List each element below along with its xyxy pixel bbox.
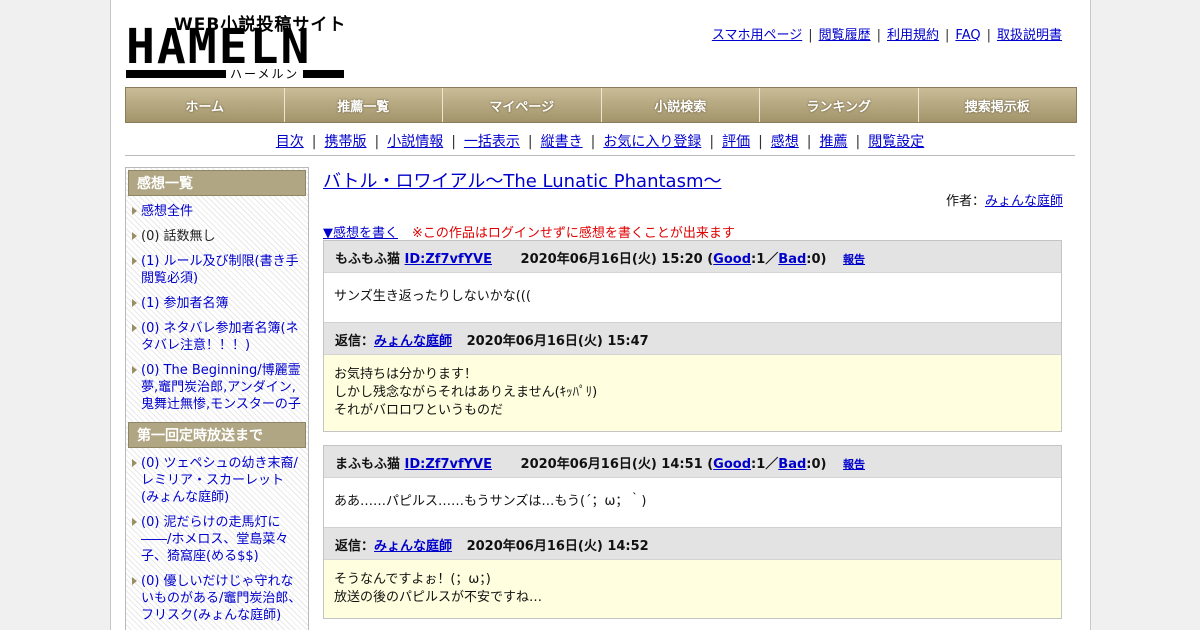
reply-author-link[interactable]: みょんな庭師 [374, 539, 452, 554]
sidebar-item-roster[interactable]: (1) 参加者名簿 [141, 296, 229, 311]
reply-date: 2020年06月16日(火) 15:47 [466, 334, 649, 349]
reply-label: 返信： [335, 539, 375, 554]
bad-count: :0 [806, 252, 821, 267]
commenter-id-link[interactable]: ID:Zf7vfYVE [405, 457, 492, 472]
write-comment-link[interactable]: ▼感想を書く [323, 226, 398, 241]
sidebar-item: 感想全件 [128, 200, 306, 225]
logo-kana: ハーメルン [226, 65, 304, 82]
toc-link[interactable]: 目次 [276, 134, 304, 150]
reply-author-link[interactable]: みょんな庭師 [374, 334, 452, 349]
reply-header: 返信：みょんな庭師 2020年06月16日(火) 15:47 [324, 322, 1061, 354]
reply-line: お気持ちは分かります！ [334, 367, 478, 382]
novel-sub-nav: 目次 | 携帯版 | 小説情報 | 一括表示 | 縦書き | お気に入り登録 | 評価 | 感想 | 推薦 | 閲覧… [275, 134, 925, 150]
reply-header: 返信：みょんな庭師 2020年06月16日(火) 14:52 [324, 527, 1061, 559]
sidebar-item: (1) ルール及び制限(書き手閲覧必須) [128, 250, 306, 292]
comment-date: 2020年06月16日(火) 14:51 [520, 457, 703, 472]
sidebar-item: (0) 泥だらけの走馬灯に――/ホメロス、堂島菜々子、猗窩座(める$$) [128, 511, 306, 570]
author-label: 作者： [945, 194, 985, 209]
reply-line: そうなんですよぉ！(；ω；) [334, 572, 491, 587]
novel-title-link[interactable]: バトル・ロワイアル～The Lunatic Phantasm～ [323, 167, 722, 193]
comment-body: ああ……パピルス……もうサンズは…もう(´；ω；｀) [324, 477, 1061, 527]
nav-search-board[interactable]: 捜索掲示板 [919, 88, 1077, 122]
divider [125, 155, 1075, 156]
comment-date: 2020年06月16日(火) 15:20 [520, 252, 703, 267]
sidebar-item-spoiler-roster[interactable]: (0) ネタバレ参加者名簿(ネタバレ注意！！！) [141, 321, 299, 353]
author-line: 作者：みょんな庭師 [946, 190, 1063, 209]
sidebar-item-the-beginning[interactable]: (0) The Beginning/博麗霊夢,竈門炭治郎,アンダイン,鬼舞辻無惨… [141, 363, 301, 412]
view-settings-link[interactable]: 閲覧設定 [868, 134, 924, 150]
comment-card: まふもふ猫 ID:Zf7vfYVE 2020年06月16日(火) 14:51 (… [323, 445, 1062, 619]
smartphone-page-link[interactable]: スマホ用ページ [712, 28, 802, 43]
comment-header: まふもふ猫 ID:Zf7vfYVE 2020年06月16日(火) 14:51 (… [324, 446, 1061, 477]
sidebar-section-title: 感想一覧 [128, 170, 306, 196]
manual-link[interactable]: 取扱説明書 [997, 28, 1062, 43]
commenter-id-link[interactable]: ID:Zf7vfYVE [405, 252, 492, 267]
comment-body: サンズ生き返ったりしないかな((( [324, 272, 1061, 322]
faq-link[interactable]: FAQ [955, 28, 980, 43]
reply-body: そうなんですよぉ！(；ω；) 放送の後のパピルスが不安ですね… [324, 559, 1061, 618]
nav-novel-search[interactable]: 小説検索 [602, 88, 760, 122]
sidebar-item: (0) The Beginning/博麗霊夢,竈門炭治郎,アンダイン,鬼舞辻無惨… [128, 359, 306, 418]
sidebar-item: (0) 話数無し [128, 225, 306, 250]
site-logo[interactable]: WEB小説投稿サイト HAMELN ハーメルン [126, 10, 346, 82]
good-count: :1 [751, 252, 766, 267]
author-link[interactable]: みょんな庭師 [985, 194, 1063, 209]
terms-link[interactable]: 利用規約 [887, 28, 939, 43]
comment-card: もふもふ猫 ID:Zf7vfYVE 2020年06月16日(火) 15:20 (… [323, 240, 1062, 432]
header-links: スマホ用ページ | 閲覧履歴 | 利用規約 | FAQ | 取扱説明書 [711, 28, 1062, 43]
sidebar: 感想一覧 感想全件 (0) 話数無し (1) ルール及び制限(書き手閲覧必須) … [125, 167, 309, 630]
main-nav: ホーム 推薦一覧 マイページ 小説検索 ランキング 捜索掲示板 [125, 87, 1077, 123]
comment-header: もふもふ猫 ID:Zf7vfYVE 2020年06月16日(火) 15:20 (… [324, 241, 1061, 272]
nav-home[interactable]: ホーム [126, 88, 285, 122]
sidebar-item-all-comments[interactable]: 感想全件 [141, 204, 193, 219]
report-link[interactable]: 報告 [843, 458, 865, 471]
write-comment-line: ▼感想を書く ※この作品はログインせずに感想を書くことが出来ます [323, 222, 735, 241]
reply-line: しかし残念ながらそれはありえません(ｷｯﾊﾟﾘ) [334, 385, 598, 400]
bad-count: :0 [806, 457, 821, 472]
sidebar-list: 感想全件 (0) 話数無し (1) ルール及び制限(書き手閲覧必須) (1) 参… [128, 200, 306, 418]
sidebar-item-rules[interactable]: (1) ルール及び制限(書き手閲覧必須) [141, 254, 299, 286]
reply-date: 2020年06月16日(火) 14:52 [466, 539, 649, 554]
sidebar-item: (0) 優しいだけじゃ守れないものがある/竈門炭治郎、フリスク(みょんな庭師) [128, 570, 306, 629]
bad-button[interactable]: Bad [778, 457, 806, 472]
comments-link[interactable]: 感想 [771, 134, 799, 150]
sidebar-item-no-chapter: (0) 話数無し [141, 229, 216, 244]
reply-line: 放送の後のパピルスが不安ですね… [334, 590, 543, 605]
sidebar-section-title: 第一回定時放送まで [128, 422, 306, 448]
add-favorite-link[interactable]: お気に入り登録 [603, 134, 701, 150]
sidebar-item: (0) ネタバレ参加者名簿(ネタバレ注意！！！) [128, 317, 306, 359]
reply-label: 返信： [335, 334, 375, 349]
login-note: ※この作品はログインせずに感想を書くことが出来ます [412, 226, 735, 241]
sidebar-list: (0) ツェペシュの幼き末裔/レミリア・スカーレット(みょんな庭師) (0) 泥… [128, 452, 306, 629]
history-link[interactable]: 閲覧履歴 [819, 28, 871, 43]
page-container: WEB小説投稿サイト HAMELN ハーメルン スマホ用ページ | 閲覧履歴 | 利用規… [110, 0, 1091, 630]
sidebar-item: (1) 参加者名簿 [128, 292, 306, 317]
vertical-writing-link[interactable]: 縦書き [541, 134, 583, 150]
recommend-link[interactable]: 推薦 [820, 134, 848, 150]
sidebar-item: (0) ツェペシュの幼き末裔/レミリア・スカーレット(みょんな庭師) [128, 452, 306, 511]
bad-button[interactable]: Bad [778, 252, 806, 267]
sidebar-item-chapter[interactable]: (0) 優しいだけじゃ守れないものがある/竈門炭治郎、フリスク(みょんな庭師) [141, 574, 301, 623]
good-count: :1 [751, 457, 766, 472]
nav-ranking[interactable]: ランキング [760, 88, 919, 122]
sidebar-item-chapter[interactable]: (0) ツェペシュの幼き末裔/レミリア・スカーレット(みょんな庭師) [141, 456, 298, 505]
good-button[interactable]: Good [713, 457, 751, 472]
good-button[interactable]: Good [713, 252, 751, 267]
novel-info-link[interactable]: 小説情報 [387, 134, 443, 150]
nav-recommendations[interactable]: 推薦一覧 [285, 88, 443, 122]
reply-line: それがバロロワというものだ [334, 403, 504, 418]
reply-body: お気持ちは分かります！ しかし残念ながらそれはありえません(ｷｯﾊﾟﾘ) それが… [324, 354, 1061, 431]
commenter-name: まふもふ猫 [335, 457, 401, 472]
rating-link[interactable]: 評価 [722, 134, 750, 150]
mobile-version-link[interactable]: 携帯版 [324, 134, 366, 150]
nav-mypage[interactable]: マイページ [443, 88, 602, 122]
commenter-name: もふもふ猫 [335, 252, 401, 267]
bulk-view-link[interactable]: 一括表示 [464, 134, 520, 150]
report-link[interactable]: 報告 [843, 253, 865, 266]
sidebar-item-chapter[interactable]: (0) 泥だらけの走馬灯に――/ホメロス、堂島菜々子、猗窩座(める$$) [141, 515, 288, 564]
